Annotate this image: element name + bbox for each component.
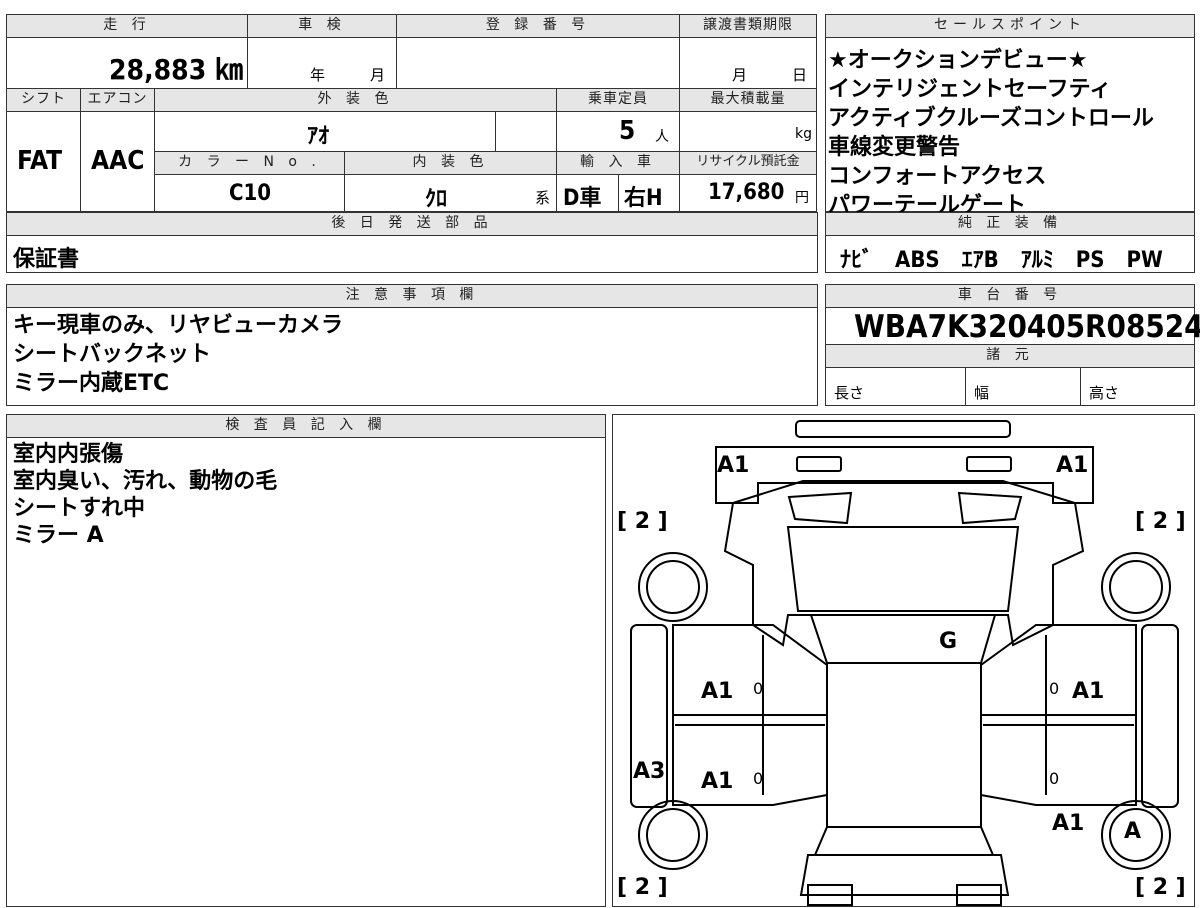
- mark-zero-lf: 0: [753, 679, 764, 698]
- transfer-deadline-header: 譲渡書類期限: [679, 14, 817, 38]
- interior-color-value: ｸﾛ: [425, 187, 448, 212]
- spec-width-cell: 幅: [965, 367, 1081, 406]
- bracket-bottom-right: [ 2 ]: [1135, 875, 1186, 900]
- bracket-top-right: [ 2 ]: [1135, 509, 1186, 534]
- recycle-cell: 17,680 円: [679, 174, 817, 212]
- notes-cell: キー現車のみ、リヤビューカメラ シートバックネット ミラー内蔵ETC: [6, 307, 818, 406]
- import-header: 輸 入 車: [556, 151, 680, 175]
- mileage-value: 28,883 ㎞: [109, 53, 243, 86]
- transfer-month-unit: 月: [732, 66, 748, 84]
- mark-left-rear-door: A1: [701, 769, 734, 794]
- inspector-line-3: シートすれ中: [13, 496, 146, 521]
- mark-right-front-door: A1: [1072, 679, 1105, 704]
- interior-color-cell: ｸﾛ 系: [344, 174, 557, 212]
- inspection-header: 車 検: [247, 14, 397, 38]
- max-load-header: 最大積載量: [679, 88, 817, 112]
- specs-header: 諸 元: [825, 344, 1195, 368]
- mark-zero-rr: 0: [1049, 769, 1060, 788]
- registration-header: 登 録 番 号: [396, 14, 680, 38]
- sales-point-1: ★オークションデビュー★: [828, 48, 1088, 73]
- mark-front-left: A1: [717, 453, 750, 478]
- shift-header: シフト: [6, 88, 81, 112]
- handle-value: 右H: [624, 186, 663, 211]
- chassis-header: 車 台 番 号: [825, 284, 1195, 308]
- inspector-header: 検 査 員 記 入 欄: [6, 414, 606, 438]
- car-diagram: [630, 420, 1179, 906]
- inspection-month-unit: 月: [370, 66, 386, 84]
- exterior-color-header: 外 装 色: [154, 88, 557, 112]
- mark-roof: G: [939, 629, 958, 654]
- spec-height-label: 高さ: [1089, 384, 1120, 402]
- color-no-header: カ ラ ー N o .: [154, 151, 345, 175]
- mileage-cell: 28,883 ㎞: [6, 37, 248, 89]
- genuine-equipment-header: 純 正 装 備: [825, 212, 1195, 236]
- bracket-top-left: [ 2 ]: [617, 509, 668, 534]
- spec-length-label: 長さ: [834, 384, 865, 402]
- aircon-header: エアコン: [80, 88, 155, 112]
- inspector-cell: 室内内張傷 室内臭い、汚れ、動物の毛 シートすれ中 ミラー A: [6, 437, 606, 907]
- sales-point-4: 車線変更警告: [828, 135, 961, 160]
- recycle-header: リサイクル預託金: [679, 151, 817, 175]
- registration-cell: [396, 37, 680, 89]
- mark-rear-right-wheel: A: [1124, 819, 1142, 844]
- genuine-equipment-value: ﾅﾋﾞ ABS ｴｱB ｱﾙﾐ PS PW: [840, 248, 1163, 273]
- inspection-year-unit: 年: [310, 66, 326, 84]
- sales-points-header: セールスポイント: [825, 14, 1195, 38]
- interior-color-header: 内 装 色: [344, 151, 557, 175]
- inspector-line-2: 室内臭い、汚れ、動物の毛: [13, 469, 278, 494]
- inspection-cell: 年 月: [247, 37, 397, 89]
- car-diagram-panel: A1 A1 [ 2 ] [ 2 ] G A1 0 0 A1 A3 A1 0 0 …: [612, 414, 1195, 907]
- capacity-value: 5: [619, 116, 636, 146]
- mark-left-front-door: A1: [701, 679, 734, 704]
- max-load-cell: kg: [679, 111, 817, 152]
- aircon-cell: AAC: [80, 111, 155, 212]
- mark-right-rear-fender: A1: [1052, 811, 1085, 836]
- exterior-color-extra: [495, 111, 557, 152]
- recycle-unit: 円: [795, 190, 809, 206]
- capacity-cell: 5 人: [556, 111, 680, 152]
- color-no-cell: C10: [154, 174, 345, 212]
- load-unit: kg: [795, 126, 812, 142]
- capacity-header: 乗車定員: [556, 88, 680, 112]
- spec-height-cell: 高さ: [1080, 367, 1195, 406]
- color-no-value: C10: [229, 181, 272, 206]
- inspector-line-1: 室内内張傷: [13, 442, 124, 467]
- later-parts-value: 保証書: [13, 247, 80, 272]
- dealer-cell: D車: [556, 174, 619, 212]
- spec-width-label: 幅: [974, 384, 990, 402]
- mark-front-right: A1: [1056, 453, 1089, 478]
- notes-line-3: ミラー内蔵ETC: [13, 371, 170, 396]
- exterior-color-value: ｱｵ: [307, 124, 330, 149]
- inspector-line-4: ミラー A: [13, 523, 104, 548]
- sales-point-2: インテリジェントセーフティ: [828, 77, 1112, 102]
- aircon-value: AAC: [91, 146, 145, 176]
- shift-value: FAT: [17, 146, 63, 176]
- mark-zero-lr: 0: [753, 769, 764, 788]
- capacity-unit: 人: [655, 129, 669, 145]
- shift-cell: FAT: [6, 111, 81, 212]
- mark-left-pillar: A3: [633, 759, 666, 784]
- transfer-day-unit: 日: [792, 66, 808, 84]
- dealer-value: D車: [563, 186, 602, 211]
- bracket-bottom-left: [ 2 ]: [617, 875, 668, 900]
- notes-line-2: シートバックネット: [13, 342, 212, 367]
- mark-zero-rf: 0: [1049, 679, 1060, 698]
- sales-point-3: アクティブクルーズコントロール: [828, 106, 1154, 131]
- exterior-color-cell: ｱｵ: [154, 111, 496, 152]
- interior-color-suffix: 系: [535, 189, 551, 207]
- later-parts-header: 後 日 発 送 部 品: [6, 212, 818, 236]
- recycle-value: 17,680: [708, 180, 785, 205]
- mileage-header: 走 行: [6, 14, 248, 38]
- later-parts-cell: 保証書: [6, 235, 818, 273]
- handle-cell: 右H: [618, 174, 680, 212]
- chassis-cell: WBA7K320405R08524: [825, 307, 1200, 345]
- notes-line-1: キー現車のみ、リヤビューカメラ: [13, 313, 344, 338]
- notes-header: 注 意 事 項 欄: [6, 284, 818, 308]
- spec-length-cell: 長さ: [825, 367, 966, 406]
- transfer-deadline-cell: 月 日: [679, 37, 817, 89]
- sales-points-cell: ★オークションデビュー★ インテリジェントセーフティ アクティブクルーズコントロ…: [825, 37, 1195, 218]
- sales-point-5: コンフォートアクセス: [828, 164, 1047, 189]
- genuine-equipment-cell: ﾅﾋﾞ ABS ｴｱB ｱﾙﾐ PS PW: [825, 235, 1195, 273]
- chassis-value: WBA7K320405R08524: [854, 309, 1200, 345]
